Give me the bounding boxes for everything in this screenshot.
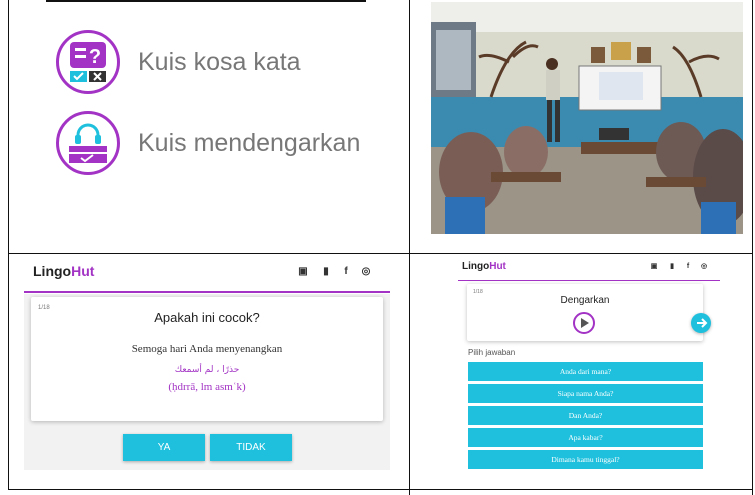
youtube-icon[interactable]: ▮ — [667, 262, 677, 270]
vocab-quiz-icon: ? — [56, 30, 120, 94]
grid-line-middle — [409, 0, 410, 495]
camera-icon[interactable]: ▣ — [648, 262, 660, 270]
logo-main: Lingo — [33, 263, 72, 279]
question-title: Apakah ini cocok? — [154, 310, 260, 325]
logo-main-right: Lingo — [462, 261, 490, 272]
social-links-right: ▣ ▮ f ◎ — [648, 262, 709, 271]
grid-line-left — [8, 0, 9, 490]
lingohut-logo[interactable]: LingoHut — [33, 263, 94, 279]
figure-grid: ? Kuis kosa kata Kuis mendengarkan Lingo… — [0, 0, 755, 495]
grid-line-right — [752, 0, 753, 495]
phrase-text: Semoga hari Anda menyenangkan — [131, 343, 283, 355]
header-divider — [24, 291, 390, 293]
arrow-right-icon — [697, 318, 708, 328]
logo-accent: Hut — [71, 263, 95, 279]
instagram-icon[interactable]: ◎ — [699, 262, 709, 270]
header-divider-right — [458, 280, 720, 281]
answer-option-1[interactable]: Anda dari mana? — [468, 362, 703, 381]
play-button[interactable] — [573, 312, 595, 334]
no-button[interactable]: TIDAK — [210, 434, 292, 461]
grid-line-bottom — [8, 489, 753, 490]
vocab-quiz-item[interactable]: ? Kuis kosa kata — [56, 30, 301, 94]
question-card: 1/18 Apakah ini cocok? Semoga hari Anda … — [31, 297, 383, 421]
logo-accent-right: Hut — [489, 261, 506, 272]
facebook-icon[interactable]: f — [339, 266, 353, 277]
grid-line-top-fragment — [46, 0, 366, 2]
lingohut-logo-right[interactable]: LingoHut — [462, 261, 506, 272]
yes-button[interactable]: YA — [123, 434, 205, 461]
answer-option-2[interactable]: Siapa nama Anda? — [468, 384, 703, 403]
answer-option-4[interactable]: Apa kabar? — [468, 428, 703, 447]
play-icon — [581, 318, 589, 328]
social-links: ▣ ▮ f ◎ — [293, 266, 373, 277]
vocab-quiz-label: Kuis kosa kata — [138, 47, 301, 76]
facebook-icon[interactable]: f — [683, 263, 693, 270]
answer-option-3[interactable]: Dan Anda? — [468, 406, 703, 425]
youtube-icon[interactable]: ▮ — [319, 266, 333, 277]
listening-card: 1/18 Dengarkan — [467, 284, 703, 341]
instagram-icon[interactable]: ◎ — [359, 266, 373, 277]
svg-text:?: ? — [89, 46, 101, 68]
classroom-photo — [431, 2, 743, 234]
listening-prompt: Dengarkan — [560, 295, 610, 306]
camera-icon[interactable]: ▣ — [293, 266, 313, 277]
answer-option-5[interactable]: Dimana kamu tinggal? — [468, 450, 703, 469]
listening-quiz-label: Kuis mendengarkan — [138, 128, 361, 157]
choose-answer-label: Pilih jawaban — [468, 348, 516, 357]
arabic-text: حذرًا ، لم أسمعك — [174, 365, 240, 375]
listening-quiz-item[interactable]: Kuis mendengarkan — [56, 111, 360, 175]
listening-quiz-icon — [56, 111, 120, 175]
grid-line-horizontal — [8, 253, 753, 254]
next-button[interactable] — [691, 313, 711, 333]
transliteration-text: (ḥdrrā, lm asmʿk) — [168, 381, 246, 393]
